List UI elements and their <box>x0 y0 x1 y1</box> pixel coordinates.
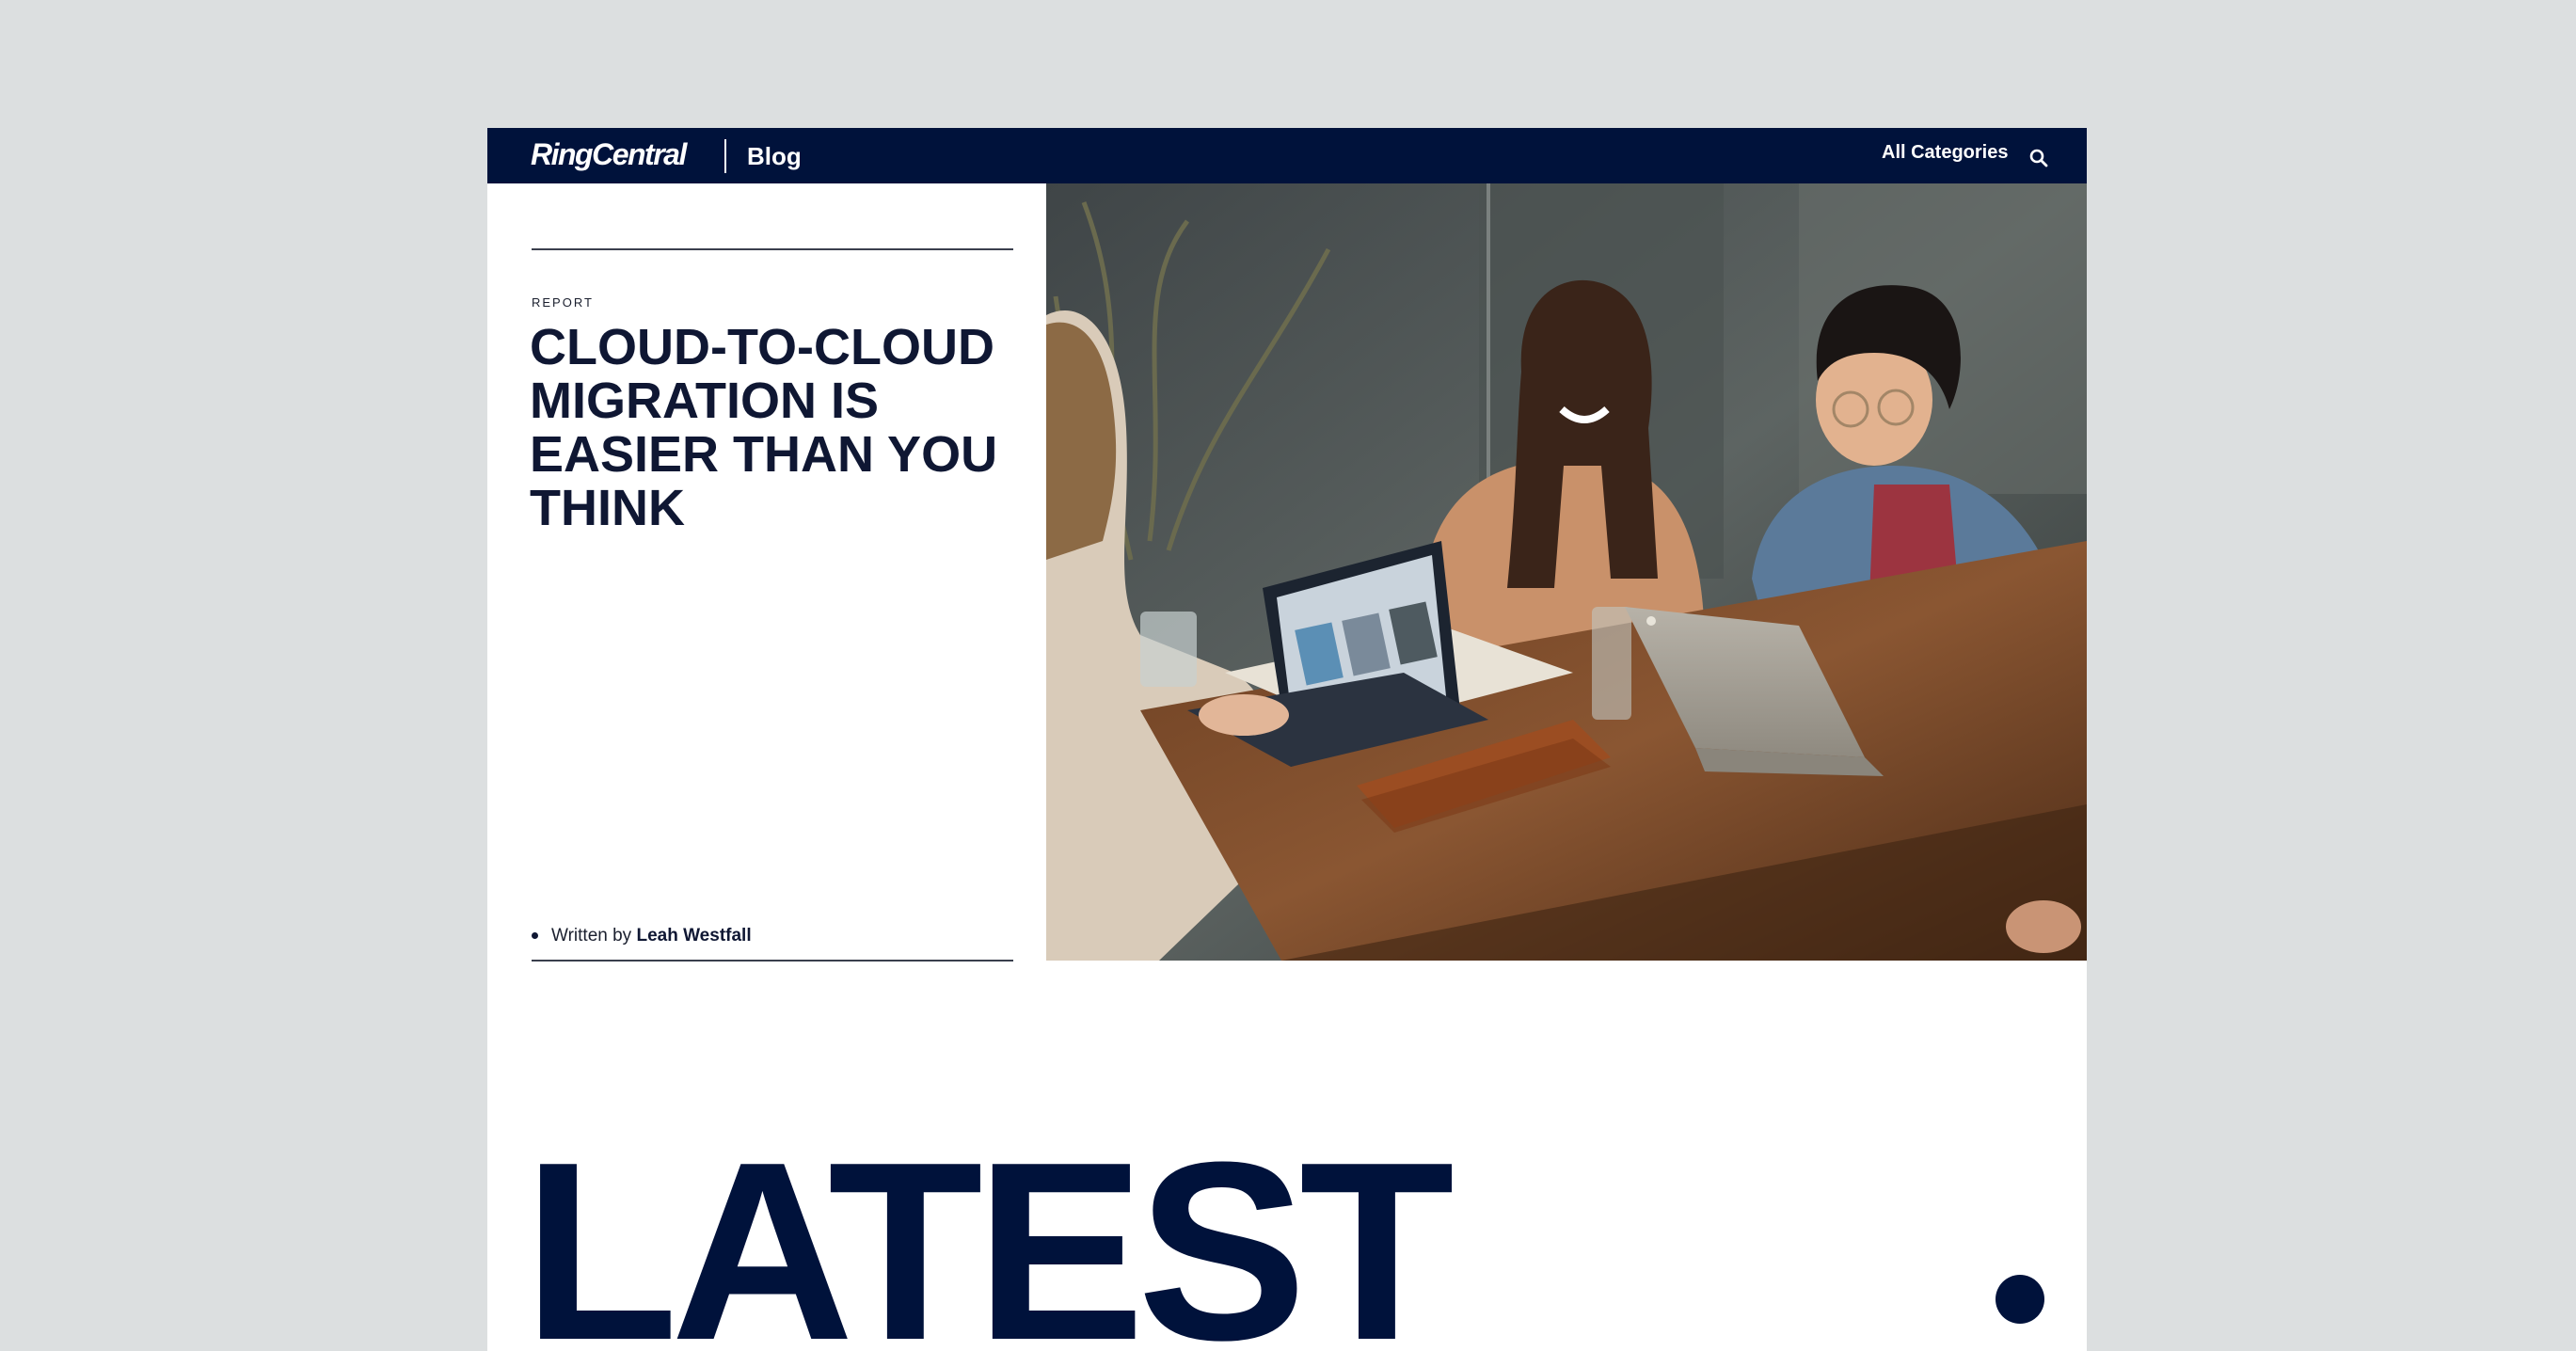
all-categories-menu[interactable]: All Categories <box>1882 142 2008 164</box>
article-byline: Written by Leah Westfall <box>532 926 752 946</box>
article-category-label: REPORT <box>532 295 594 310</box>
logo-divider <box>724 139 726 173</box>
top-navigation-bar: RingCentral Blog All Categories <box>487 128 2087 183</box>
top-divider <box>532 248 1013 250</box>
latest-heading: LATEST <box>523 1110 1455 1351</box>
bottom-divider <box>532 960 1013 962</box>
ringcentral-logo[interactable]: RingCentral <box>531 137 687 172</box>
author-name[interactable]: Leah Westfall <box>636 926 751 946</box>
byline-prefix: Written by <box>551 926 632 946</box>
hero-photo-illustration <box>1046 183 2087 961</box>
blog-section-link[interactable]: Blog <box>747 142 802 171</box>
blog-page: RingCentral Blog All Categories REPORT C… <box>487 128 2087 1351</box>
byline-bullet <box>532 932 538 940</box>
hero-photo[interactable] <box>1046 183 2087 961</box>
article-headline[interactable]: CLOUD-TO-CLOUD MIGRATION IS EASIER THAN … <box>530 321 1038 535</box>
search-icon[interactable] <box>2027 144 2053 170</box>
decorative-dot <box>1996 1275 2044 1324</box>
